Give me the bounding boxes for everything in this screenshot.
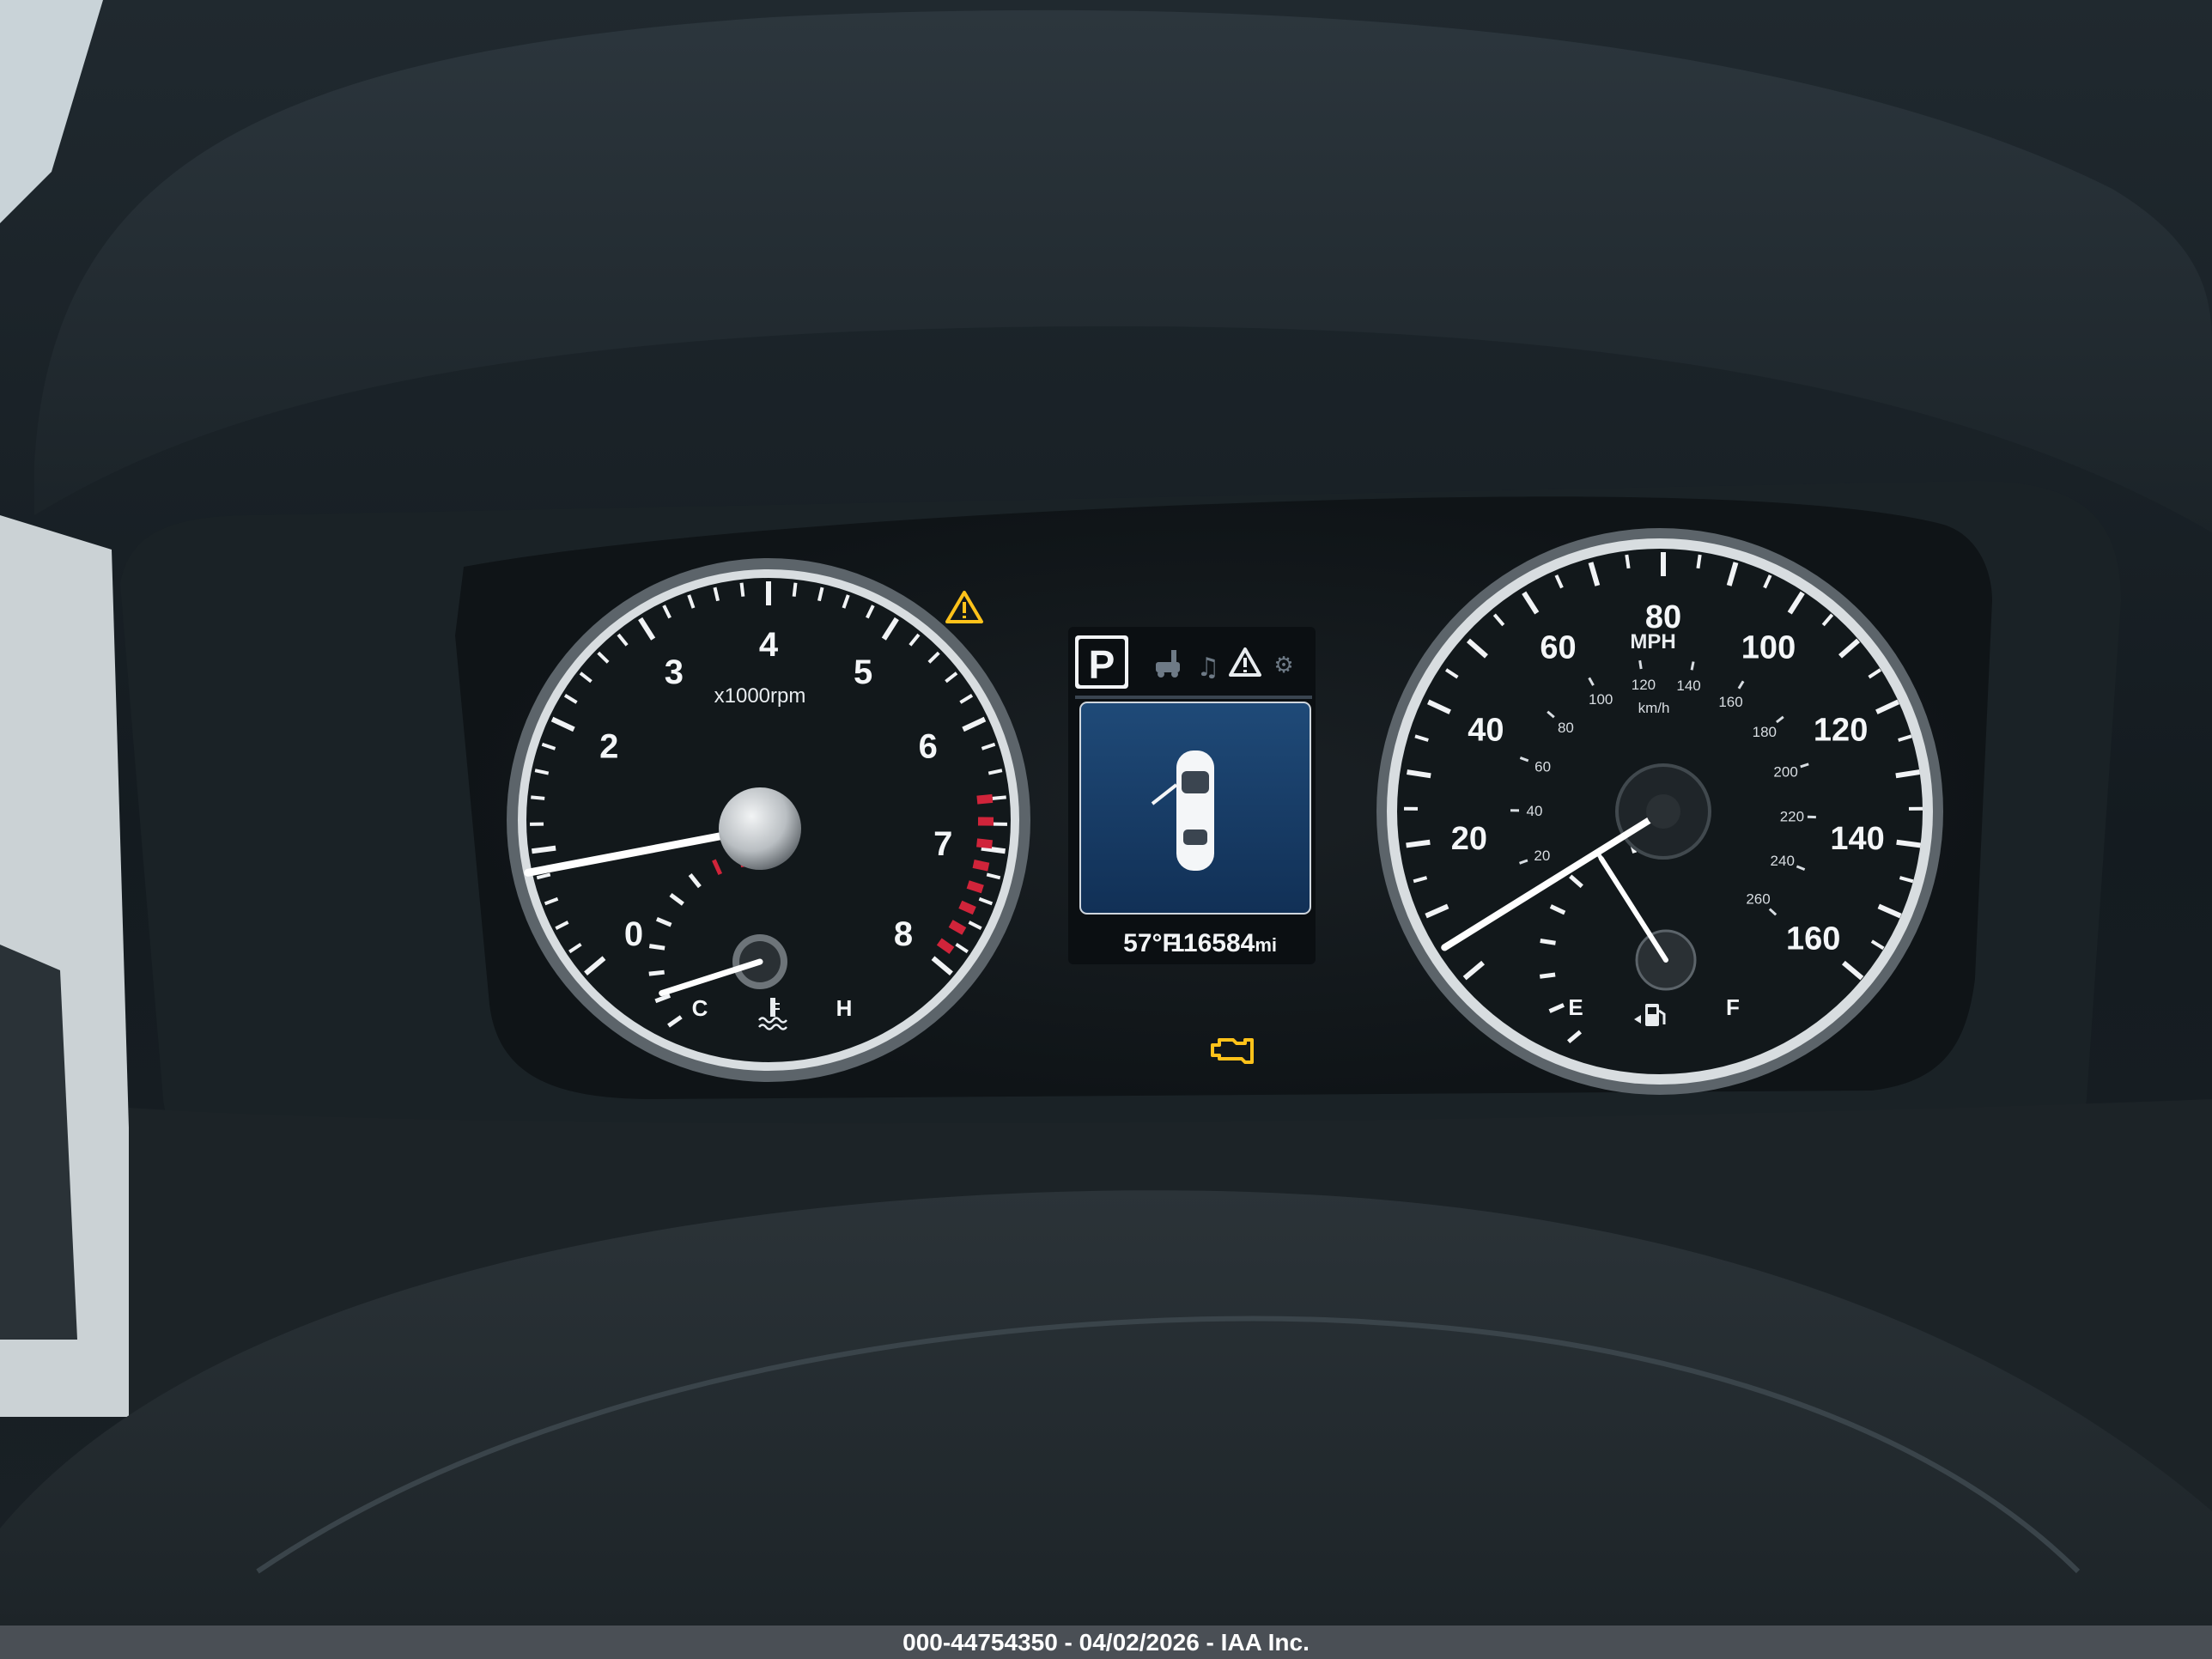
mph-label-120: 120 xyxy=(1814,713,1868,749)
kmh-tick xyxy=(1638,659,1643,670)
speed-tick xyxy=(1696,554,1702,569)
speed-tick xyxy=(1896,839,1921,848)
tachometer: 0 2 3 4 5 6 7 8 x1000rpm C H xyxy=(507,558,1030,1082)
photo-caption: 000-44754350 - 04/02/2026 - IAA Inc. xyxy=(0,1626,2212,1659)
kmh-label-40: 40 xyxy=(1527,803,1543,819)
kmh-label-220: 220 xyxy=(1780,809,1804,825)
kmh-unit-label: km/h xyxy=(1638,700,1670,716)
mph-label-40: 40 xyxy=(1468,713,1504,749)
tach-tick xyxy=(992,795,1006,800)
tach-tick xyxy=(531,795,545,800)
kmh-label-160: 160 xyxy=(1718,694,1742,710)
kmh-label-100: 100 xyxy=(1589,691,1613,708)
speed-tick xyxy=(1406,839,1431,848)
temp-tick xyxy=(648,969,665,976)
tach-tick xyxy=(531,845,556,854)
tach-tick xyxy=(739,582,745,597)
kmh-label-60: 60 xyxy=(1534,758,1551,775)
redline-mark xyxy=(976,838,994,849)
temp-hot-label: H xyxy=(836,995,853,1021)
odometer-unit: mi xyxy=(1255,934,1277,956)
kmh-label-260: 260 xyxy=(1746,890,1770,907)
fuel-full-label: F xyxy=(1726,994,1740,1020)
kmh-label-140: 140 xyxy=(1676,678,1700,694)
speed-tick xyxy=(1407,769,1431,779)
mph-unit-label: MPH xyxy=(1630,630,1675,653)
mph-label-20: 20 xyxy=(1451,821,1487,857)
mph-label-140: 140 xyxy=(1830,821,1884,857)
redline-mark xyxy=(958,900,976,915)
fuel-tick xyxy=(1539,972,1556,979)
tach-label-8: 8 xyxy=(894,915,913,953)
tach-label-4: 4 xyxy=(759,626,779,664)
tach-label-2: 2 xyxy=(599,727,618,765)
speedometer: 20406080100120140160 20406080100120 14016… xyxy=(1376,528,1943,1095)
redline-mark xyxy=(966,880,984,894)
speed-tick xyxy=(1895,769,1920,779)
kmh-label-180: 180 xyxy=(1753,724,1777,740)
tach-label-5: 5 xyxy=(854,653,872,691)
tach-tick xyxy=(792,582,798,597)
tach-tick xyxy=(981,845,1006,854)
tach-label-0: 0 xyxy=(624,915,643,953)
tach-label-7: 7 xyxy=(933,825,952,863)
redline-mark xyxy=(972,860,990,872)
kmh-label-20: 20 xyxy=(1534,848,1550,864)
fuel-tick xyxy=(1540,939,1556,945)
fuel-empty-label: E xyxy=(1568,994,1583,1020)
mph-label-160: 160 xyxy=(1786,921,1840,957)
mph-label-100: 100 xyxy=(1741,630,1796,666)
center-info-display: P ♫ ⚙ 57°F 116584mi xyxy=(1068,627,1316,964)
music-note-icon: ♫ xyxy=(1197,653,1220,683)
kmh-label-120: 120 xyxy=(1632,677,1656,693)
gear-indicator: P xyxy=(1089,642,1115,687)
temp-cold-label: C xyxy=(692,995,708,1021)
tach-label-3: 3 xyxy=(665,653,684,691)
rpm-unit-label: x1000rpm xyxy=(714,684,806,708)
redline-mark xyxy=(976,793,994,805)
kmh-label-200: 200 xyxy=(1773,764,1797,781)
tach-label-6: 6 xyxy=(919,727,938,765)
kmh-label-240: 240 xyxy=(1771,853,1795,869)
speed-tick xyxy=(1625,554,1631,569)
mph-label-60: 60 xyxy=(1540,630,1576,666)
gear-settings-icon: ⚙ xyxy=(1273,653,1293,678)
odometer-value: 116584 xyxy=(1170,929,1255,957)
dashboard-photo: 0 2 3 4 5 6 7 8 x1000rpm C H P ♫ ⚙ 57°F 116584m… xyxy=(0,0,2212,1659)
kmh-label-80: 80 xyxy=(1558,720,1574,736)
temp-tick xyxy=(648,944,665,951)
kmh-tick xyxy=(1690,661,1695,671)
